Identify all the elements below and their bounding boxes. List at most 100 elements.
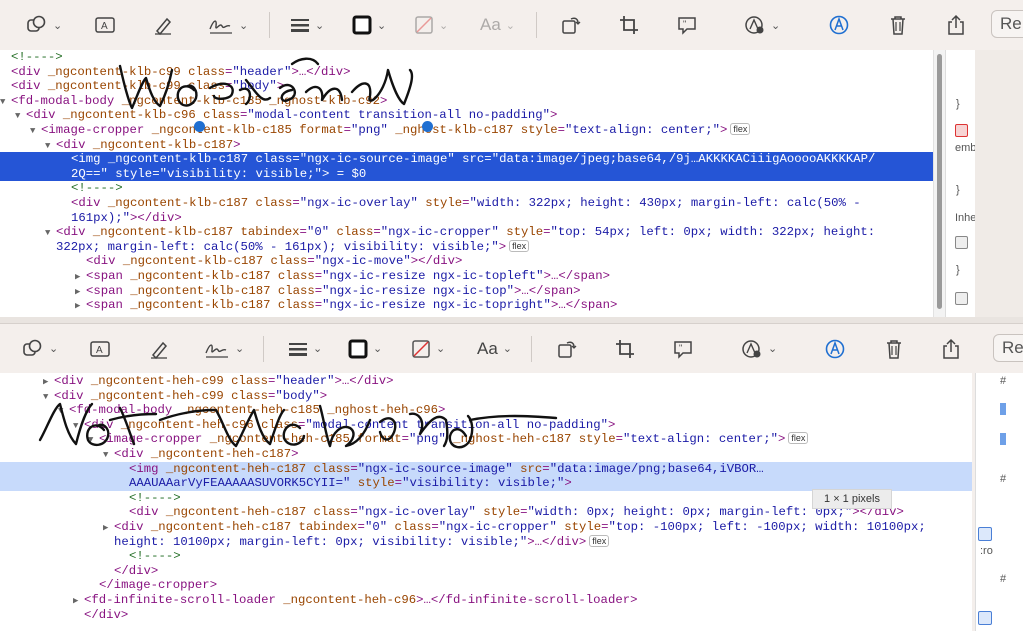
code-token: "ngx-ic-source-image" — [357, 461, 513, 476]
accessibility-button[interactable]: ⌄ — [741, 338, 777, 360]
dom-node-line[interactable]: </image-cropper> — [0, 578, 972, 593]
dom-node-line[interactable]: ▼ <image-cropper _ngcontent-heh-c185 form… — [0, 432, 972, 448]
disclosure-expanded-icon[interactable]: ▼ — [73, 419, 84, 434]
disclosure-expanded-icon[interactable]: ▼ — [15, 109, 26, 124]
dom-node-line[interactable]: ▼ <fd-modal-body _ngcontent-klb-c185 _ngh… — [0, 94, 933, 110]
dom-node-line[interactable]: ▼ <fd-modal-body _ngcontent-heh-c185 _ngh… — [0, 403, 972, 419]
flex-badge[interactable]: flex — [788, 432, 809, 445]
dom-node-line[interactable]: ▼ <image-cropper _ngcontent-klb-c185 form… — [0, 123, 933, 139]
dom-node-line[interactable]: ▶ <span _ngcontent-klb-c187 class="ngx-ic… — [0, 284, 933, 300]
code-token: >…</span> — [514, 283, 581, 298]
shapes-button[interactable]: ⌄ — [22, 338, 58, 360]
dom-node-line[interactable]: ▶ <div _ngcontent-heh-c99 class="header">… — [0, 374, 972, 390]
code-token: class — [270, 254, 308, 269]
dom-node-selected[interactable]: <img _ngcontent-heh-c187 class="ngx-ic-s… — [0, 461, 972, 477]
dom-node-line[interactable]: ▶ <fd-infinite-scroll-loader _ngcontent-h… — [0, 593, 972, 609]
markup-button[interactable] — [824, 338, 846, 360]
fill-color-button[interactable]: ⌄ — [414, 15, 448, 35]
crop-button[interactable] — [618, 14, 640, 36]
share-button[interactable] — [946, 14, 966, 36]
rotate-button[interactable] — [560, 14, 582, 36]
dom-node-line[interactable]: <div _ngcontent-klb-c187 class="ngx-ic-o… — [0, 196, 933, 211]
line-style-button[interactable]: ⌄ — [288, 339, 322, 359]
disclosure-collapsed-icon[interactable]: ▶ — [75, 299, 86, 314]
dom-node-line[interactable]: <!----> — [0, 549, 972, 564]
dom-node-line[interactable]: </div> — [0, 608, 972, 623]
disclosure-expanded-icon[interactable]: ▼ — [103, 448, 114, 463]
line-style-button[interactable]: ⌄ — [290, 15, 324, 35]
dom-node-line[interactable]: ▼ <div _ngcontent-klb-c187 tabindex="0" c… — [0, 225, 933, 241]
dom-node-line[interactable]: <!----> — [0, 181, 933, 196]
revert-button[interactable]: Re — [991, 10, 1023, 38]
border-color-button[interactable]: ⌄ — [352, 15, 386, 35]
dom-node-line[interactable]: height: 10100px; margin-left: 0px; visib… — [0, 534, 972, 550]
code-token: = — [350, 461, 358, 476]
dom-node-line[interactable]: ▼ <div _ngcontent-heh-c99 class="body"> — [0, 389, 972, 405]
dom-node-line[interactable]: 161px);"></div> — [0, 211, 933, 226]
accessibility-button[interactable]: ⌄ — [744, 14, 780, 36]
dom-node-line[interactable]: <div _ngcontent-klb-c187 class="ngx-ic-m… — [0, 254, 933, 269]
signature-button[interactable]: ⌄ — [208, 14, 248, 36]
dom-node-line[interactable]: <div _ngcontent-klb-c99 class="body"> — [0, 79, 933, 94]
highlight-pen-button[interactable] — [152, 14, 174, 36]
trash-button[interactable] — [884, 338, 904, 360]
annotation-button[interactable]: " — [676, 14, 698, 36]
dom-node-line[interactable]: ▼ <div _ngcontent-klb-c187> — [0, 138, 933, 154]
dom-node-line[interactable]: </div> — [0, 564, 972, 579]
disclosure-collapsed-icon[interactable]: ▶ — [103, 521, 114, 536]
share-button[interactable] — [941, 338, 961, 360]
dom-node-selected[interactable]: <img _ngcontent-klb-c187 class="ngx-ic-s… — [0, 152, 933, 167]
disclosure-expanded-icon[interactable]: ▼ — [45, 139, 56, 154]
disclosure-expanded-icon[interactable]: ▼ — [45, 226, 56, 241]
dom-node-line[interactable]: ▶ <div _ngcontent-heh-c187 tabindex="0" c… — [0, 520, 972, 536]
dom-node-line[interactable]: ▶ <span _ngcontent-klb-c187 class="ngx-ic… — [0, 269, 933, 285]
fill-color-button[interactable]: ⌄ — [411, 339, 445, 359]
font-style-button[interactable]: Aa ⌄ — [480, 15, 515, 35]
code-token: "ngx-ic-overlay" — [299, 196, 418, 210]
crop-button[interactable] — [614, 338, 636, 360]
scrollbar-thumb[interactable] — [937, 54, 942, 309]
disclosure-expanded-icon[interactable]: ▼ — [43, 390, 54, 405]
disclosure-expanded-icon[interactable]: ▼ — [30, 124, 41, 139]
dom-node-line[interactable]: ▼ <div _ngcontent-heh-c96 class="modal-co… — [0, 418, 972, 434]
annotation-button[interactable]: " — [672, 338, 694, 360]
dom-node-line[interactable]: 322px; margin-left: calc(50% - 161px); v… — [0, 239, 933, 255]
disclosure-collapsed-icon[interactable]: ▶ — [75, 270, 86, 285]
font-style-button[interactable]: Aa ⌄ — [477, 339, 512, 359]
dom-node-line[interactable]: <!----> — [0, 50, 933, 65]
selection-handle[interactable] — [194, 121, 205, 132]
dom-node-selected[interactable]: 2Q==" style="visibility: visible;"> = $0 — [0, 166, 933, 182]
disclosure-expanded-icon[interactable]: ▼ — [88, 433, 99, 448]
flex-badge[interactable]: flex — [509, 239, 530, 252]
disclosure-collapsed-icon[interactable]: ▶ — [75, 285, 86, 300]
dom-node-line[interactable]: <div _ngcontent-klb-c99 class="header">…… — [0, 65, 933, 80]
disclosure-collapsed-icon[interactable]: ▶ — [73, 594, 84, 609]
disclosure-collapsed-icon[interactable]: ▶ — [43, 375, 54, 390]
shapes-button[interactable]: ⌄ — [26, 14, 62, 36]
dom-node-line[interactable]: ▼ <div _ngcontent-heh-c187> — [0, 447, 972, 463]
highlight-pen-button[interactable] — [148, 338, 170, 360]
code-token: _ngcontent-klb-c99 — [47, 79, 189, 94]
revert-button[interactable]: Rev — [993, 334, 1023, 362]
flex-badge[interactable]: flex — [589, 534, 610, 547]
rotate-button[interactable] — [556, 338, 578, 360]
markup-button[interactable] — [828, 14, 850, 36]
scrollbar[interactable] — [933, 50, 945, 317]
text-box-button[interactable]: A — [89, 338, 111, 360]
selection-handle[interactable] — [422, 121, 433, 132]
dom-node-line[interactable]: ▶ <span _ngcontent-klb-c187 class="ngx-ic… — [0, 298, 933, 314]
code-token: "ngx-ic-cropper" — [380, 225, 499, 240]
code-token: class — [231, 388, 269, 403]
border-color-button[interactable]: ⌄ — [348, 339, 382, 359]
flex-badge[interactable]: flex — [730, 123, 751, 135]
toolbar-divider — [536, 12, 537, 38]
disclosure-expanded-icon[interactable]: ▼ — [58, 404, 69, 419]
dom-node-line[interactable]: ▼ <div _ngcontent-klb-c96 class="modal-co… — [0, 108, 933, 124]
text-box-button[interactable]: A — [94, 14, 116, 36]
signature-button[interactable]: ⌄ — [204, 338, 244, 360]
code-token: <image-cropper — [41, 123, 152, 137]
share-icon — [943, 338, 959, 359]
disclosure-expanded-icon[interactable]: ▼ — [0, 95, 11, 110]
trash-button[interactable] — [888, 14, 908, 36]
code-token: _nghost-klb-c187 — [387, 123, 521, 137]
